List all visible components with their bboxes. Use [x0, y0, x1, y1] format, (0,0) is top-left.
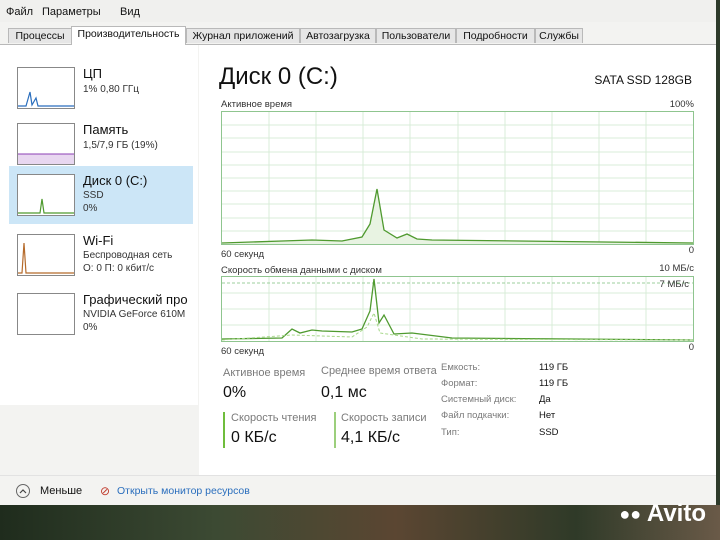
page-title: Диск 0 (C:)	[219, 63, 338, 90]
avito-watermark: ●● Avito	[619, 500, 706, 528]
avito-logo-icon: ●●	[619, 504, 642, 525]
tab-performance[interactable]: Производительность	[71, 26, 186, 45]
system-disk-label: Системный диск:	[441, 394, 517, 405]
menu-view[interactable]: Вид	[120, 6, 140, 18]
transfer-rate-graph-svg	[221, 277, 694, 341]
sidebar-item-title: ЦП	[83, 66, 102, 81]
write-speed-label: Скорость записи	[341, 412, 427, 424]
task-manager-window: Файл Параметры Вид Процессы Производител…	[0, 0, 716, 505]
menu-file[interactable]: Файл	[6, 6, 33, 18]
write-speed-value: 4,1 КБ/с	[341, 429, 400, 446]
sidebar-item-title: Память	[83, 122, 129, 137]
transfer-graph-label: Скорость обмена данными с диском	[221, 265, 382, 276]
fewer-details-link[interactable]: Меньше	[40, 485, 82, 497]
response-time-value: 0,1 мс	[321, 384, 367, 401]
sidebar-item-detail: NVIDIA GeForce 610M	[83, 309, 186, 320]
transfer-rate-graph: 7 МБ/с	[221, 276, 694, 342]
format-value: 119 ГБ	[539, 378, 569, 389]
active-time-graph-timespan: 60 секунд	[221, 249, 265, 260]
transfer-graph-inner-max: 7 МБ/с	[659, 279, 689, 290]
wifi-thumbnail-graph	[17, 234, 75, 276]
cpu-thumbnail-graph	[17, 67, 75, 109]
open-resource-monitor-link[interactable]: Открыть монитор ресурсов	[117, 485, 250, 497]
resource-monitor-icon: ⊘	[100, 484, 111, 498]
capacity-label: Емкость:	[441, 362, 481, 373]
format-label: Формат:	[441, 378, 478, 389]
menu-bar: Файл Параметры Вид	[0, 0, 716, 22]
read-speed-value: 0 КБ/с	[231, 429, 277, 446]
sidebar: ЦП 1% 0,80 ГГц Память 1,5/7,9 ГБ (19%) Д…	[0, 45, 198, 405]
sidebar-item-title: Графический про	[83, 292, 188, 307]
tab-strip: Процессы Производительность Журнал прило…	[0, 26, 716, 45]
background-photo	[0, 505, 720, 540]
sidebar-item-gpu[interactable]: Графический про NVIDIA GeForce 610M 0%	[9, 285, 193, 343]
wifi-thumbnail-svg	[18, 242, 74, 274]
page-file-label: Файл подкачки:	[441, 410, 510, 421]
page-file-value: Нет	[539, 410, 556, 421]
active-time-value: 0%	[223, 384, 247, 401]
active-time-graph-min: 0	[688, 245, 694, 256]
active-time-graph-svg	[221, 112, 694, 244]
gpu-thumbnail-graph	[17, 293, 75, 335]
capacity-value: 119 ГБ	[539, 362, 569, 373]
avito-watermark-text: Avito	[646, 500, 706, 527]
chevron-up-icon	[19, 489, 27, 494]
tab-startup[interactable]: Автозагрузка	[300, 28, 376, 43]
tab-services[interactable]: Службы	[535, 28, 583, 43]
disk-detail-panel: Диск 0 (C:) SATA SSD 128GB Активное врем…	[199, 45, 716, 505]
system-disk-value: Да	[539, 394, 551, 405]
type-value: SSD	[539, 427, 559, 438]
sidebar-item-title: Диск 0 (C:)	[83, 173, 148, 188]
tab-app-history[interactable]: Журнал приложений	[186, 28, 300, 43]
memory-thumbnail-svg	[18, 153, 74, 164]
sidebar-item-memory[interactable]: Память 1,5/7,9 ГБ (19%)	[9, 115, 193, 173]
sidebar-item-detail: 1,5/7,9 ГБ (19%)	[83, 140, 158, 151]
transfer-graph-max: 10 МБ/с	[659, 263, 694, 274]
tab-users[interactable]: Пользователи	[376, 28, 456, 43]
active-time-label: Активное время	[223, 367, 306, 379]
fewer-details-button[interactable]	[16, 484, 30, 498]
tab-details[interactable]: Подробности	[456, 28, 535, 43]
sidebar-item-detail: Беспроводная сеть	[83, 250, 173, 261]
sidebar-item-detail: SSD	[83, 190, 104, 201]
transfer-graph-min: 0	[688, 342, 694, 353]
sidebar-item-usage: 0%	[83, 322, 98, 333]
disk-model: SATA SSD 128GB	[594, 73, 692, 87]
response-time-label: Среднее время ответа	[321, 365, 437, 377]
tab-processes[interactable]: Процессы	[8, 28, 72, 43]
read-speed-indicator	[223, 412, 225, 448]
type-label: Тип:	[441, 427, 460, 438]
menu-options[interactable]: Параметры	[42, 6, 101, 18]
transfer-graph-timespan: 60 секунд	[221, 346, 265, 357]
read-speed-label: Скорость чтения	[231, 412, 317, 424]
sidebar-item-title: Wi-Fi	[83, 233, 114, 248]
sidebar-item-throughput: О: 0 П: 0 кбит/с	[83, 263, 155, 274]
sidebar-item-detail: 1% 0,80 ГГц	[83, 84, 140, 95]
active-time-graph-label: Активное время	[221, 99, 293, 110]
cpu-thumbnail-svg	[18, 91, 74, 107]
sidebar-item-cpu[interactable]: ЦП 1% 0,80 ГГц	[9, 59, 193, 117]
disk-thumbnail-graph	[17, 174, 75, 216]
disk-thumbnail-svg	[18, 198, 74, 214]
active-time-graph-max: 100%	[669, 99, 694, 110]
footer-bar: Меньше ⊘ Открыть монитор ресурсов	[0, 475, 716, 505]
sidebar-item-wifi[interactable]: Wi-Fi Беспроводная сеть О: 0 П: 0 кбит/с	[9, 226, 193, 284]
memory-thumbnail-graph	[17, 123, 75, 165]
sidebar-item-usage: 0%	[83, 203, 98, 214]
sidebar-item-disk[interactable]: Диск 0 (C:) SSD 0%	[9, 166, 193, 224]
write-speed-indicator	[334, 412, 336, 448]
active-time-graph	[221, 111, 694, 245]
